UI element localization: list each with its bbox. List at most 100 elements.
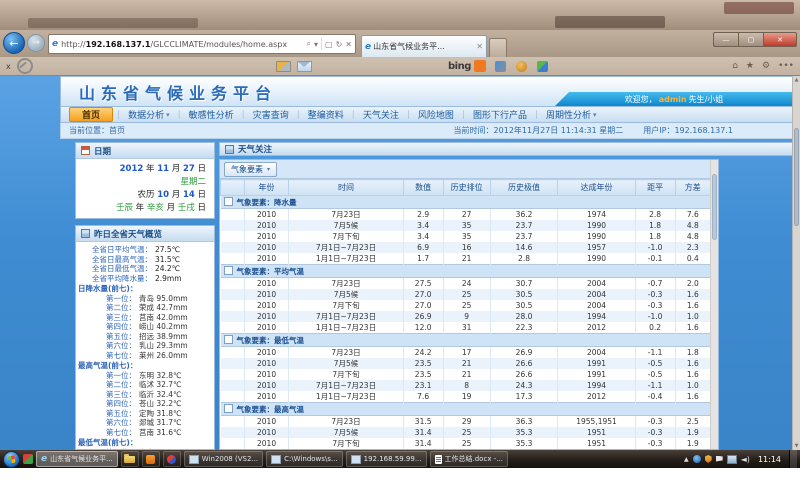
more-icon[interactable]: ••• xyxy=(778,61,794,71)
panel-scrollbar[interactable] xyxy=(710,160,718,449)
scroll-up-icon[interactable]: ▲ xyxy=(793,76,800,84)
toolbar-app-icon-2[interactable] xyxy=(516,61,527,72)
start-button[interactable] xyxy=(3,451,20,468)
ganzhi-date: 壬辰 年 辛亥 月 壬戌 日 xyxy=(80,202,206,215)
autocomplete-dropdown-icon[interactable]: ▾ xyxy=(314,40,318,49)
tab-close-icon[interactable]: ✕ xyxy=(476,42,483,51)
row-select-cell[interactable] xyxy=(221,278,245,290)
refresh-icon[interactable]: ↻ xyxy=(336,40,343,49)
nav-item-8[interactable]: 图形下行产品 xyxy=(465,108,535,121)
cell: -0.3 xyxy=(635,416,675,428)
maximize-button[interactable]: ▢ xyxy=(739,32,764,47)
expand-icon[interactable] xyxy=(224,335,233,344)
mail-icon[interactable] xyxy=(297,61,312,72)
row-select-cell[interactable] xyxy=(221,438,245,449)
browser-scrollbar-thumb[interactable] xyxy=(794,128,799,226)
element-group-row[interactable]: 气象要素：平均气温 xyxy=(221,265,711,278)
address-bar[interactable]: e http://192.168.137.1/GLCCLIMATE/module… xyxy=(48,34,356,54)
row-select-cell[interactable] xyxy=(221,311,245,322)
row-select-cell[interactable] xyxy=(221,358,245,369)
pinned-app-button-2[interactable] xyxy=(163,451,181,467)
cell: -0.4 xyxy=(635,391,675,403)
action-center-flag-icon[interactable] xyxy=(716,456,723,463)
close-button[interactable]: ✕ xyxy=(764,32,797,47)
welcome-suffix: 先生/小姐 xyxy=(689,94,724,105)
row-select-cell[interactable] xyxy=(221,300,245,311)
minimize-button[interactable]: — xyxy=(713,32,739,47)
letterbox-strip xyxy=(0,468,800,500)
element-selector-button[interactable]: 气象要素 ▾ xyxy=(224,162,277,177)
row-select-cell[interactable] xyxy=(221,220,245,231)
nav-item-7[interactable]: 风险地图 xyxy=(410,108,462,121)
new-tab-button[interactable] xyxy=(489,38,507,57)
nav-item-6[interactable]: 天气关注 xyxy=(355,108,407,121)
compat-view-icon[interactable]: ▢ xyxy=(325,40,333,49)
home-icon[interactable]: ⌂ xyxy=(732,61,738,71)
taskbar-ie-button[interactable]: e山东省气候业务平... xyxy=(36,451,118,467)
date-box-body: 2012 年 11 月 27 日星期二农历 10 月 14 日壬辰 年 辛亥 月… xyxy=(76,159,214,218)
row-select-cell[interactable] xyxy=(221,209,245,221)
forward-button[interactable]: → xyxy=(27,34,45,52)
taskbar-app-icon[interactable] xyxy=(23,454,33,464)
taskbar-window-button-1[interactable]: Win2008 (VS2... xyxy=(184,451,263,467)
hidden-icons-chevron-icon[interactable]: ▲ xyxy=(684,456,689,463)
stop-icon[interactable]: ✕ xyxy=(345,40,352,49)
network-icon[interactable] xyxy=(727,455,737,464)
row-select-cell[interactable] xyxy=(221,369,245,380)
toolbar-app-icon-1[interactable] xyxy=(495,61,506,72)
security-tray-icon[interactable] xyxy=(705,455,712,463)
element-group-row[interactable]: 气象要素：降水量 xyxy=(221,196,711,209)
nav-item-2[interactable]: 数据分析 ▾ xyxy=(120,108,178,121)
toolbar-close-icon[interactable]: x xyxy=(6,62,11,71)
taskbar-window-button-2[interactable]: C:\Windows\s... xyxy=(266,451,343,467)
taskbar-window-button-3[interactable]: 192.168.59.99... xyxy=(346,451,427,467)
taskbar-window-button-4[interactable]: 工作总结.docx -... xyxy=(430,451,508,467)
row-select-cell[interactable] xyxy=(221,253,245,265)
cards-icon[interactable] xyxy=(276,61,291,72)
browser-tab[interactable]: e 山东省气候业务平... ✕ xyxy=(361,35,487,57)
row-select-cell[interactable] xyxy=(221,289,245,300)
panel-scrollbar-thumb[interactable] xyxy=(712,174,717,240)
nav-item-1[interactable]: 首页 xyxy=(69,107,113,122)
scroll-down-icon[interactable]: ▼ xyxy=(793,442,800,450)
row-select-cell[interactable] xyxy=(221,322,245,334)
cell: 2010 xyxy=(244,391,289,403)
nav-item-4[interactable]: 灾害查询 xyxy=(245,108,297,121)
search-icon[interactable]: ⌕ xyxy=(307,39,311,49)
im-tray-icon[interactable] xyxy=(693,455,701,463)
cell: 7月5候 xyxy=(289,220,403,231)
element-group-row[interactable]: 气象要素：最低气温 xyxy=(221,334,711,347)
row-select-cell[interactable] xyxy=(221,391,245,403)
tools-icon[interactable]: ⚙ xyxy=(762,61,770,71)
show-desktop-button[interactable] xyxy=(789,450,797,468)
row-select-cell[interactable] xyxy=(221,242,245,253)
back-button[interactable]: ← xyxy=(3,32,25,54)
table-row: 20107月5候3.43523.719901.84.8 xyxy=(221,220,711,231)
expand-icon[interactable] xyxy=(224,404,233,413)
element-group-row[interactable]: 气象要素：最高气温 xyxy=(221,403,711,416)
row-select-cell[interactable] xyxy=(221,416,245,428)
nav-item-3[interactable]: 敏感性分析 xyxy=(181,108,242,121)
row-select-cell[interactable] xyxy=(221,380,245,391)
bing-logo[interactable]: bing xyxy=(448,60,486,72)
table-row: 20101月1日~7月23日1.7212.81990-0.10.4 xyxy=(221,253,711,265)
row-select-cell[interactable] xyxy=(221,427,245,438)
url-text[interactable]: http://192.168.137.1/GLCCLIMATE/modules/… xyxy=(61,40,303,49)
cell: -1.0 xyxy=(635,242,675,253)
volume-icon[interactable]: ◄) xyxy=(741,455,750,464)
pinned-app-button-1[interactable] xyxy=(142,451,160,467)
nav-item-9[interactable]: 周期性分析 ▾ xyxy=(538,108,605,121)
explorer-taskbar-button[interactable] xyxy=(121,451,139,467)
browser-scrollbar[interactable]: ▲ ▼ xyxy=(792,76,800,450)
expand-icon[interactable] xyxy=(224,197,233,206)
cell: 1.6 xyxy=(675,300,710,311)
cell: 1.6 xyxy=(675,369,710,380)
row-select-cell[interactable] xyxy=(221,347,245,359)
nav-item-5[interactable]: 整编资料 xyxy=(300,108,352,121)
stat-label: 全省日最低气温： xyxy=(78,265,152,274)
row-select-cell[interactable] xyxy=(221,231,245,242)
taskbar-clock[interactable]: 11:14 xyxy=(758,455,781,464)
toolbar-app-icon-3[interactable] xyxy=(537,61,548,72)
expand-icon[interactable] xyxy=(224,266,233,275)
favorites-icon[interactable]: ★ xyxy=(746,61,754,71)
